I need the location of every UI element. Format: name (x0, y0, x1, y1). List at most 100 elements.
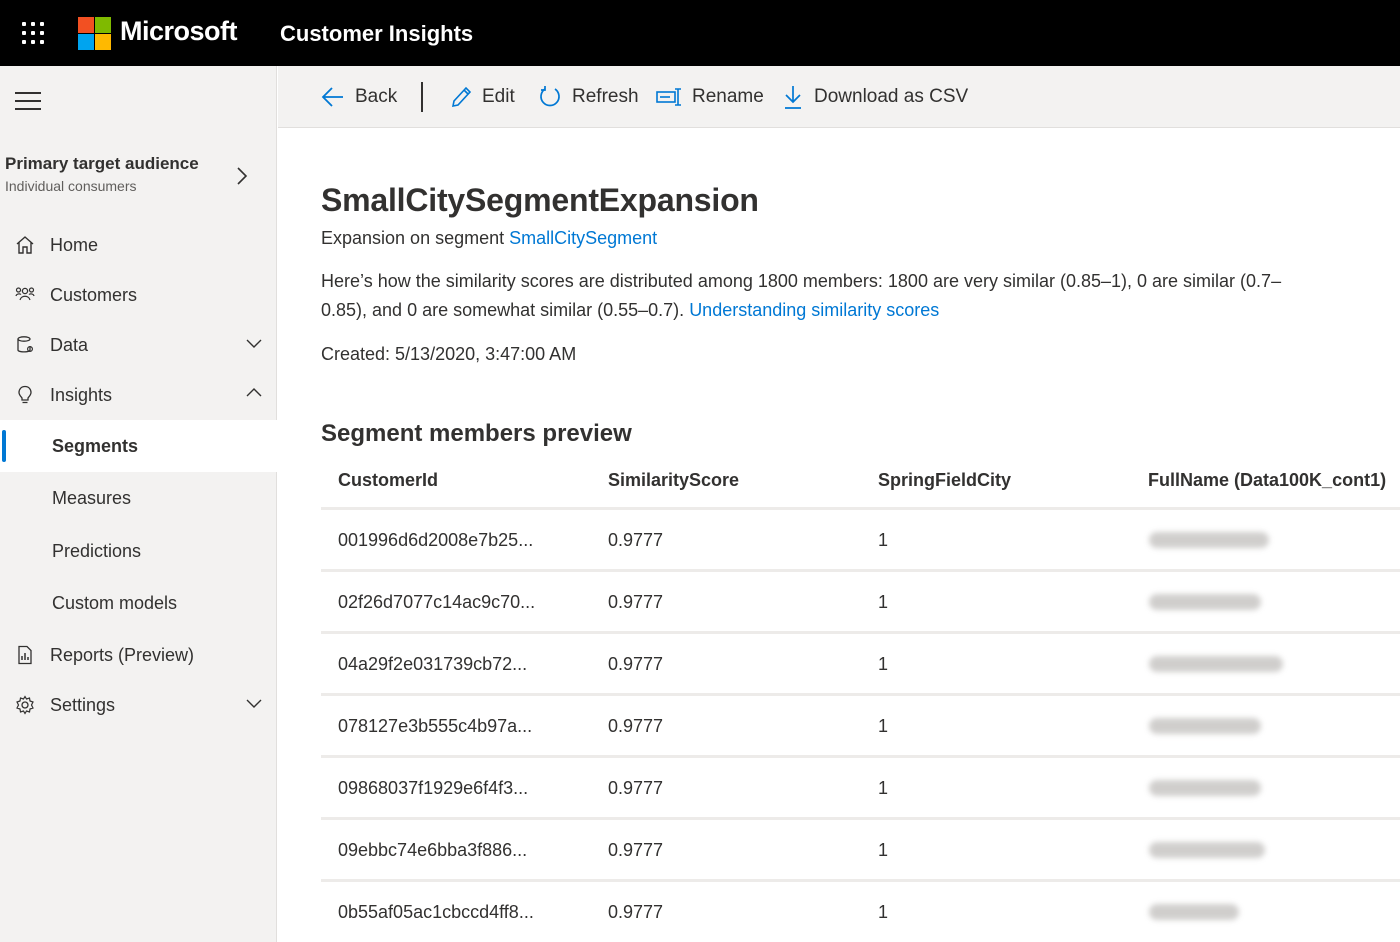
chevron-down-icon (246, 339, 262, 348)
cell-fullname-redacted (1149, 656, 1283, 672)
column-header-fullname[interactable]: FullName (Data100K_cont1) (1148, 470, 1386, 491)
table-row[interactable]: 078127e3b555c4b97a... 0.9777 1 (321, 696, 1400, 758)
edit-button[interactable]: Edit (450, 83, 515, 111)
sidebar-item-predictions[interactable]: Predictions (0, 525, 277, 577)
rename-button[interactable]: Rename (656, 83, 764, 111)
refresh-label: Refresh (572, 86, 639, 107)
brand-name: Microsoft (120, 16, 238, 46)
cell-fullname-redacted (1149, 904, 1239, 920)
cell-fullname-redacted (1149, 780, 1261, 796)
people-icon (15, 287, 35, 301)
refresh-icon (540, 86, 560, 107)
sidebar-item-customers[interactable]: Customers (0, 270, 277, 320)
sidebar-item-home[interactable]: Home (0, 220, 277, 270)
toolbar-divider (421, 82, 423, 112)
column-header-customerid[interactable]: CustomerId (338, 470, 438, 491)
cell-fullname-redacted (1149, 718, 1261, 734)
cell-fullname-redacted (1149, 594, 1261, 610)
gear-icon (16, 695, 34, 715)
sidebar-item-segments[interactable]: Segments (0, 420, 277, 472)
back-button[interactable]: Back (321, 83, 397, 111)
chevron-down-icon (246, 699, 262, 708)
edit-label: Edit (482, 86, 515, 107)
download-label: Download as CSV (814, 86, 969, 107)
cell-similarityscore: 0.9777 (608, 530, 664, 550)
table-row[interactable]: 09868037f1929e6f4f3... 0.9777 1 (321, 758, 1400, 820)
sidebar-item-label: Insights (50, 384, 113, 405)
back-label: Back (355, 86, 398, 107)
rename-icon (656, 88, 681, 106)
main-content: SmallCitySegmentExpansion Expansion on s… (278, 128, 1400, 942)
sidebar-item-label: Predictions (52, 540, 142, 561)
cell-springfieldcity: 1 (878, 654, 889, 674)
cell-springfieldcity: 1 (878, 902, 889, 922)
similarity-description: Here’s how the similarity scores are dis… (321, 267, 1321, 325)
expansion-prefix: Expansion on segment (321, 228, 510, 248)
refresh-button[interactable]: Refresh (538, 83, 639, 111)
table-header: CustomerId SimilarityScore SpringFieldCi… (321, 452, 1400, 510)
back-arrow-icon (321, 87, 343, 107)
members-table: CustomerId SimilarityScore SpringFieldCi… (321, 452, 1400, 942)
table-row[interactable]: 09ebbc74e6bba3f886... 0.9777 1 (321, 820, 1400, 882)
hamburger-menu-icon[interactable] (15, 92, 41, 110)
cell-springfieldcity: 1 (878, 778, 889, 798)
cell-customerid: 001996d6d2008e7b25... (338, 530, 534, 550)
chevron-right-icon (237, 167, 248, 185)
sidebar-item-label: Measures (52, 487, 132, 508)
app-title[interactable]: Customer Insights (280, 21, 473, 47)
command-bar: Back Edit Refresh Rename Download as CSV (278, 66, 1400, 128)
table-row[interactable]: 001996d6d2008e7b25... 0.9777 1 (321, 510, 1400, 572)
cell-customerid: 04a29f2e031739cb72... (338, 654, 528, 674)
cell-fullname-redacted (1149, 532, 1269, 548)
cell-springfieldcity: 1 (878, 716, 889, 736)
sidebar-item-label: Segments (52, 435, 139, 456)
cell-fullname-redacted (1149, 842, 1265, 858)
cell-customerid: 078127e3b555c4b97a... (338, 716, 533, 736)
table-row[interactable]: 02f26d7077c14ac9c70... 0.9777 1 (321, 572, 1400, 634)
cell-customerid: 09868037f1929e6f4f3... (338, 778, 529, 798)
section-title: Segment members preview (321, 420, 632, 447)
audience-selector[interactable]: Primary target audience Individual consu… (5, 154, 270, 204)
similarity-scores-link[interactable]: Understanding similarity scores (689, 300, 939, 320)
pencil-icon (451, 86, 472, 108)
page-title: SmallCitySegmentExpansion (321, 182, 759, 218)
cell-springfieldcity: 1 (878, 592, 889, 612)
home-icon (16, 236, 34, 254)
cell-customerid: 09ebbc74e6bba3f886... (338, 840, 528, 860)
column-header-springfieldcity[interactable]: SpringFieldCity (878, 470, 1011, 491)
sidebar-item-settings[interactable]: Settings (0, 680, 277, 730)
report-icon (18, 645, 32, 665)
database-icon (17, 336, 34, 353)
audience-title: Primary target audience (5, 154, 199, 173)
rename-label: Rename (692, 86, 764, 107)
cell-similarityscore: 0.9777 (608, 654, 664, 674)
table-row[interactable]: 0b55af05ac1cbccd4ff8... 0.9777 1 (321, 882, 1400, 942)
chevron-up-icon (246, 388, 262, 397)
app-launcher-icon[interactable] (22, 22, 44, 44)
lightbulb-icon (18, 385, 32, 404)
cell-springfieldcity: 1 (878, 840, 889, 860)
download-csv-button[interactable]: Download as CSV (782, 83, 968, 111)
segment-link[interactable]: SmallCitySegment (509, 228, 657, 248)
column-header-similarityscore[interactable]: SimilarityScore (608, 470, 739, 491)
sidebar-item-label: Reports (Preview) (50, 644, 195, 665)
sidebar: Primary target audience Individual consu… (0, 66, 277, 942)
sidebar-item-reports[interactable]: Reports (Preview) (0, 630, 277, 680)
cell-customerid: 02f26d7077c14ac9c70... (338, 592, 536, 612)
sidebar-item-data[interactable]: Data (0, 320, 277, 370)
audience-subtitle: Individual consumers (5, 178, 137, 194)
top-bar: Microsoft Customer Insights (0, 0, 1400, 66)
cell-similarityscore: 0.9777 (608, 902, 664, 922)
sidebar-item-custom-models[interactable]: Custom models (0, 577, 277, 629)
cell-springfieldcity: 1 (878, 530, 889, 550)
sidebar-item-label: Customers (50, 284, 138, 305)
created-timestamp: Created: 5/13/2020, 3:47:00 AM (321, 344, 577, 364)
sidebar-item-label: Data (50, 334, 89, 355)
cell-similarityscore: 0.9777 (608, 592, 664, 612)
expansion-line: Expansion on segment SmallCitySegment (321, 228, 657, 249)
sidebar-item-measures[interactable]: Measures (0, 472, 277, 524)
sidebar-item-insights[interactable]: Insights (0, 370, 277, 420)
cell-similarityscore: 0.9777 (608, 840, 664, 860)
cell-similarityscore: 0.9777 (608, 778, 664, 798)
table-row[interactable]: 04a29f2e031739cb72... 0.9777 1 (321, 634, 1400, 696)
